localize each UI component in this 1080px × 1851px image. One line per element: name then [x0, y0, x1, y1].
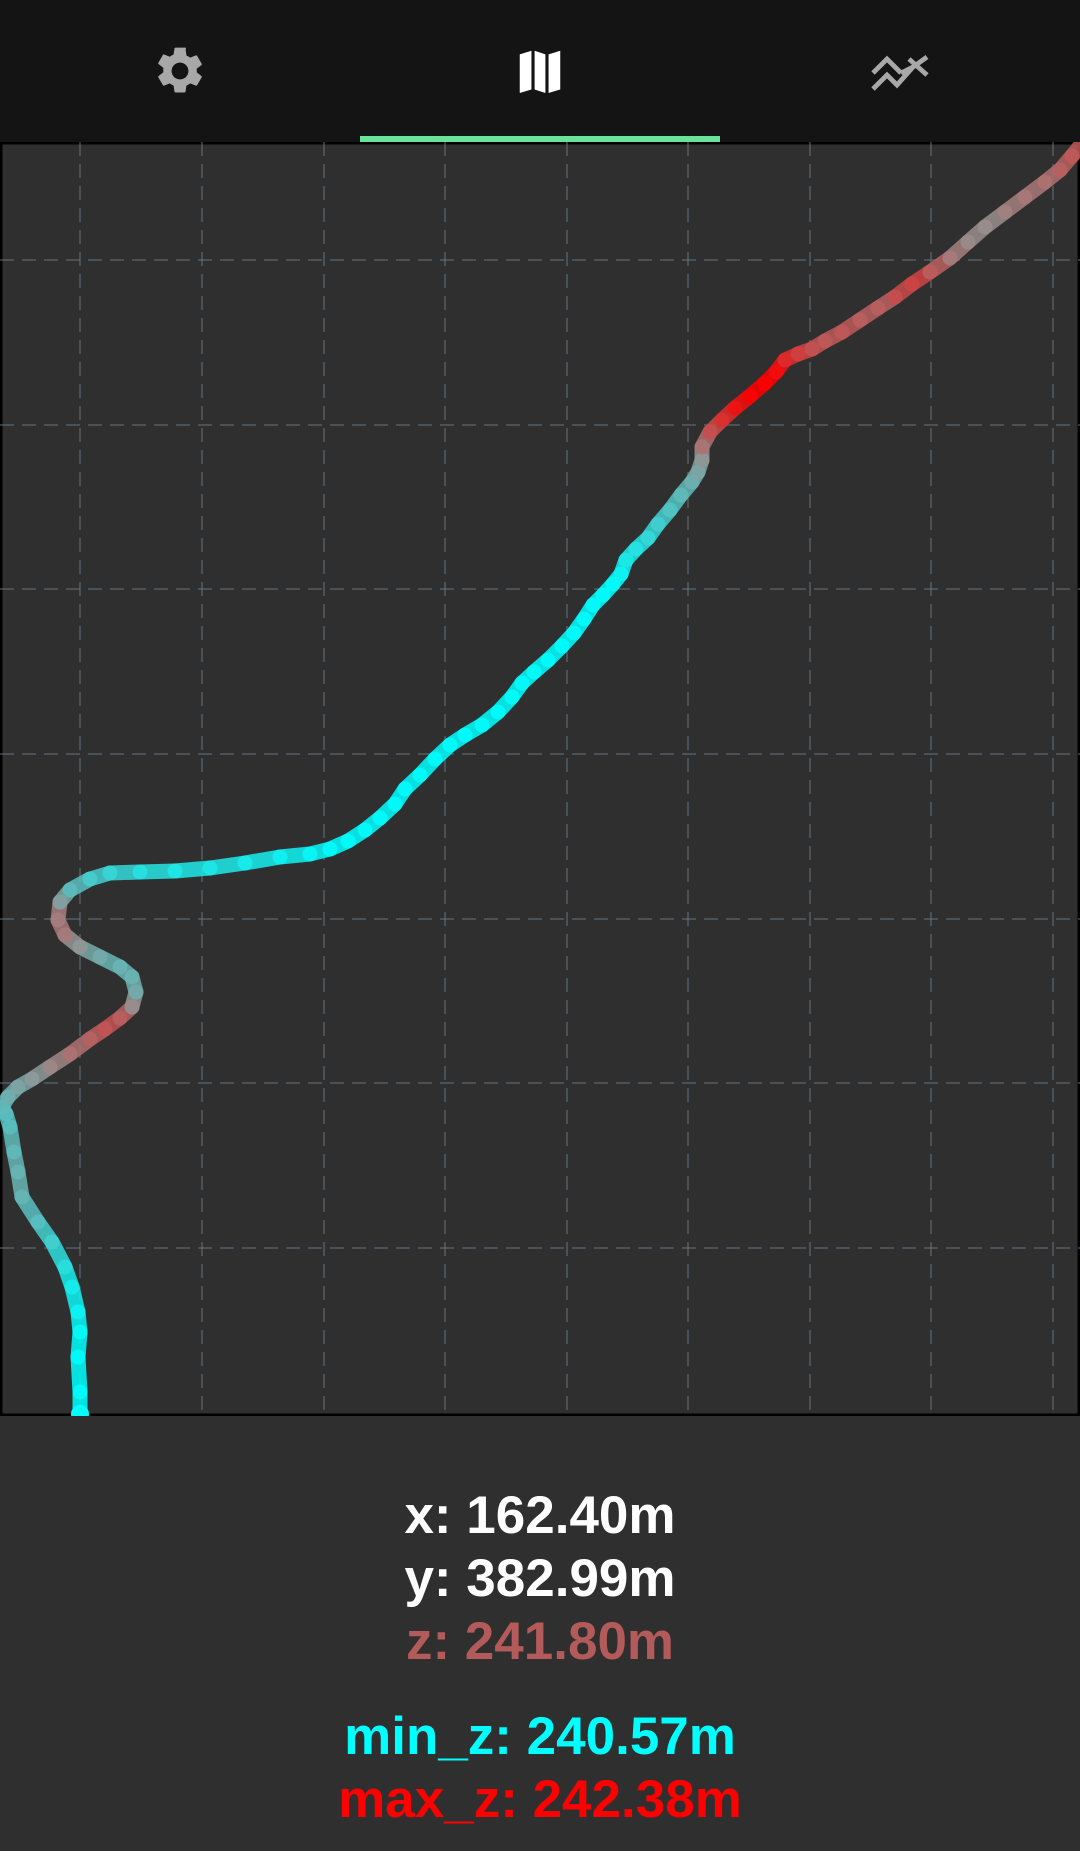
- position-readout: x: 162.40m y: 382.99m z: 241.80m min_z: …: [0, 1484, 1080, 1831]
- track-map-canvas[interactable]: [0, 142, 1080, 1416]
- track-segment: [1064, 142, 1080, 164]
- max-elevation: max_z: 242.38m: [338, 1770, 742, 1829]
- elevation-chart-icon: [871, 55, 929, 91]
- tab-map[interactable]: [360, 0, 720, 142]
- map-border: [0, 142, 1080, 1416]
- z-elevation: z: 241.80m: [405, 1612, 675, 1671]
- map-icon: [519, 50, 561, 94]
- min-elevation: min_z: 240.57m: [344, 1707, 736, 1766]
- readout-spacer: [0, 1673, 1080, 1705]
- gps-track: [0, 142, 1080, 1416]
- tab-elevation[interactable]: [720, 0, 1080, 142]
- tab-settings[interactable]: [0, 0, 360, 142]
- y-coordinate: y: 382.99m: [404, 1549, 676, 1608]
- tab-bar: [0, 0, 1080, 142]
- x-coordinate: x: 162.40m: [404, 1486, 676, 1545]
- track-map[interactable]: [0, 142, 1080, 1416]
- map-grid: [0, 142, 1080, 1416]
- gear-icon: [158, 47, 202, 93]
